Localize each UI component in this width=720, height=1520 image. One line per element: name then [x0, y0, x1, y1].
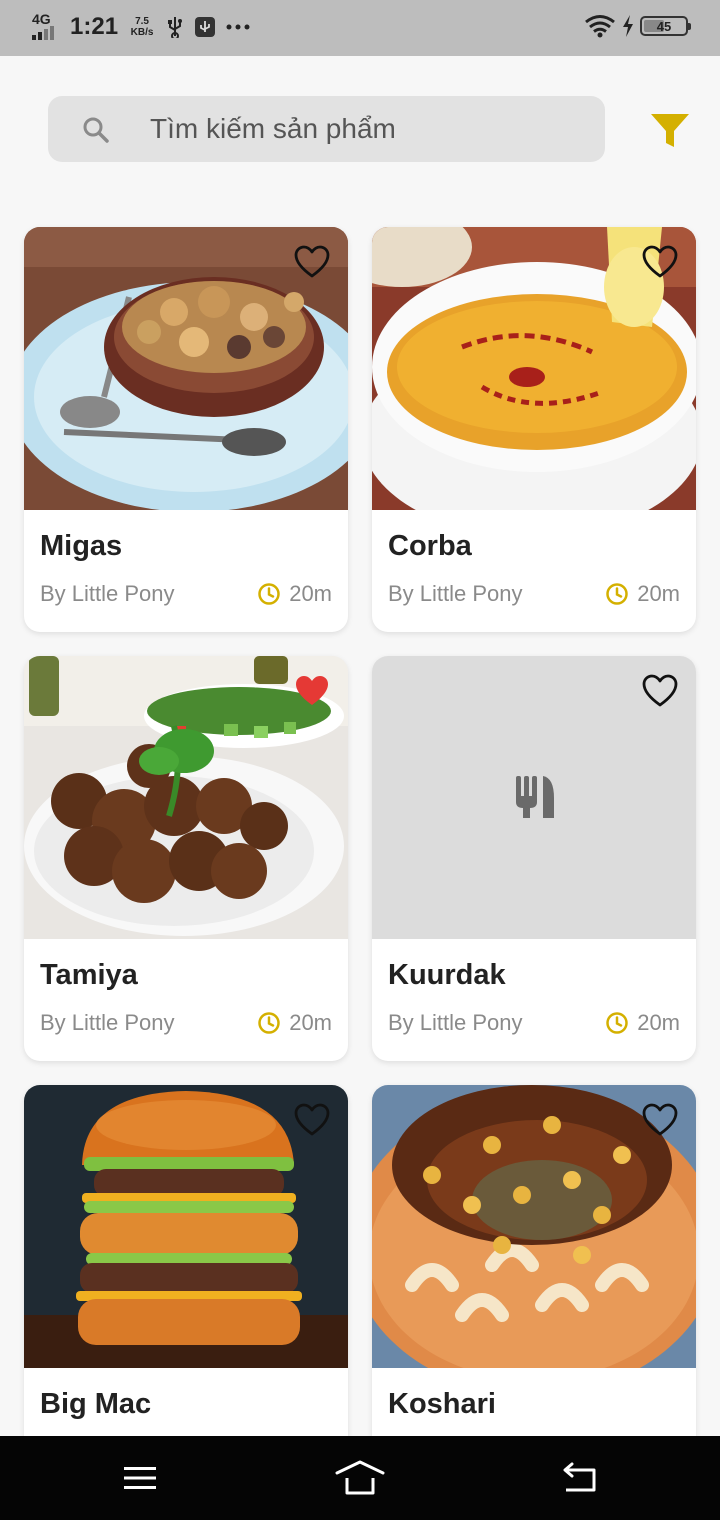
home-button[interactable] — [330, 1456, 390, 1500]
recipe-name: Corba — [388, 530, 472, 562]
favorite-heart-icon[interactable] — [294, 245, 330, 279]
usb-debug-icon — [195, 17, 216, 37]
favorite-heart-icon[interactable] — [642, 245, 678, 279]
favorite-heart-icon[interactable] — [294, 1103, 330, 1137]
heart-shape — [642, 1103, 678, 1136]
recipe-card[interactable]: Tamiya By Little Pony 20m — [24, 656, 348, 1061]
recipe-time: 20m — [605, 1010, 680, 1036]
recipe-card[interactable]: Big Mac — [24, 1085, 348, 1490]
heart-shape — [642, 245, 678, 278]
recipe-name: Koshari — [388, 1388, 496, 1420]
recipe-time-value: 20m — [289, 1010, 332, 1035]
back-icon — [563, 1462, 596, 1492]
recipe-author: By Little Pony — [388, 581, 523, 606]
heart-shape — [294, 245, 330, 278]
clock-icon — [258, 1012, 280, 1034]
usb-icon — [168, 17, 183, 38]
filter-icon[interactable] — [648, 110, 692, 152]
clock-icon — [606, 1012, 628, 1034]
network-type-label: 4G — [32, 11, 51, 27]
recipe-name: Tamiya — [40, 959, 138, 991]
recipe-name: Big Mac — [40, 1388, 152, 1420]
favorite-heart-icon[interactable] — [294, 674, 330, 708]
battery-level: 45 — [656, 18, 672, 34]
recipe-time: 20m — [257, 581, 332, 607]
favorite-heart-icon[interactable] — [642, 674, 678, 708]
heart-shape — [294, 1103, 330, 1136]
network-speed-unit: KB/s — [130, 27, 154, 38]
status-bar: 4G 1:21 7.5 KB/s 45 — [0, 0, 720, 56]
recipe-name: Kuurdak — [388, 959, 506, 991]
back-button[interactable] — [550, 1456, 610, 1500]
recipe-card[interactable]: Migas By Little Pony 20m — [24, 227, 348, 632]
recipe-time: 20m — [605, 581, 680, 607]
recipe-time-value: 20m — [289, 581, 332, 606]
recipe-author: By Little Pony — [388, 1010, 523, 1035]
recipe-time-value: 20m — [637, 1010, 680, 1035]
heart-shape — [642, 674, 678, 707]
heart-shape — [296, 676, 328, 705]
recipe-name: Migas — [40, 530, 123, 562]
recipe-card[interactable]: Koshari — [372, 1085, 696, 1490]
wifi-icon — [585, 15, 615, 38]
favorite-heart-icon[interactable] — [642, 1103, 678, 1137]
search-icon — [83, 117, 109, 143]
network-speed: 7.5 KB/s — [128, 16, 156, 38]
charging-bolt-icon — [623, 15, 633, 37]
recipe-card[interactable]: Corba By Little Pony 20m — [372, 227, 696, 632]
cellular-signal-icon: 4G — [30, 12, 60, 42]
more-dots-icon — [226, 24, 250, 30]
recipe-card[interactable]: Kuurdak By Little Pony 20m — [372, 656, 696, 1061]
clock-time: 1:21 — [70, 13, 119, 40]
search-input[interactable] — [150, 96, 590, 162]
home-icon — [335, 1460, 385, 1495]
recipe-author: By Little Pony — [40, 581, 175, 606]
recipe-author: By Little Pony — [40, 1010, 175, 1035]
menu-icon — [124, 1467, 156, 1489]
battery-indicator: 45 — [640, 16, 691, 36]
system-navigation-bar — [0, 1436, 720, 1520]
network-speed-value: 7.5 — [135, 16, 149, 27]
clock-icon — [606, 583, 628, 605]
recipe-time: 20m — [257, 1010, 332, 1036]
clock-icon — [258, 583, 280, 605]
menu-button[interactable] — [110, 1456, 170, 1500]
recipe-time-value: 20m — [637, 581, 680, 606]
